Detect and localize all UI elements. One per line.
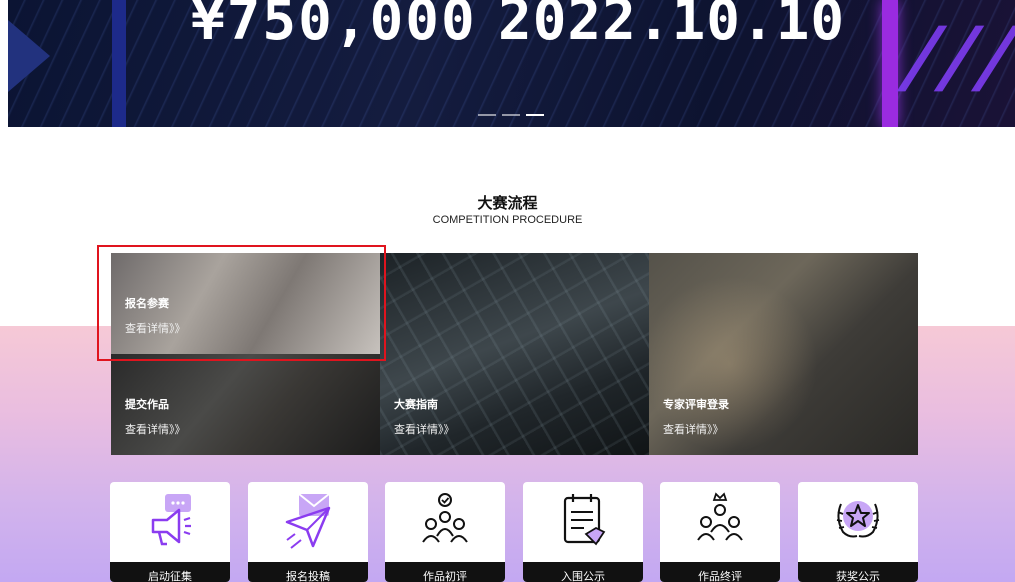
group-review-icon (422, 493, 468, 543)
carousel-dot-2[interactable] (502, 114, 520, 116)
procedure-title: 大赛指南 (394, 399, 438, 411)
competition-date: 2022.10.10 (498, 0, 846, 53)
stage-card-awards[interactable]: 获奖公示 (798, 482, 918, 582)
carousel-dot-1[interactable] (478, 114, 496, 116)
section-title: 大赛流程 (477, 195, 538, 212)
procedure-tile-guide[interactable]: 大赛指南 查看详情》》 (380, 253, 649, 455)
details-link[interactable]: 查看详情》》 (663, 421, 724, 437)
banner-blue-bar (112, 0, 126, 127)
banner-purple-bar (882, 0, 898, 127)
stage-card-submit[interactable]: 报名投稿 (248, 482, 368, 582)
stage-card-initial-review[interactable]: 作品初评 (385, 482, 505, 582)
procedure-tile-submit[interactable]: 提交作品 查看详情》》 (111, 354, 380, 455)
stage-label: 报名投稿 (248, 562, 368, 582)
hero-banner[interactable]: ¥750,000 2022.10.10 / / / (8, 0, 1015, 127)
details-link[interactable]: 查看详情》》 (125, 421, 186, 437)
stage-cards: 启动征集 报名投稿 作品初评 入围公示 作品终评 获奖公示 (110, 482, 919, 582)
section-subtitle: COMPETITION PROCEDURE (432, 214, 583, 226)
stage-card-final-review[interactable]: 作品终评 (660, 482, 780, 582)
stage-label: 获奖公示 (798, 562, 918, 582)
banner-left-triangle (8, 20, 50, 92)
highlight-box (97, 245, 386, 361)
stage-label: 作品终评 (660, 562, 780, 582)
stage-label: 入围公示 (523, 562, 643, 582)
carousel-dot-3[interactable] (526, 114, 544, 116)
stage-card-launch[interactable]: 启动征集 (110, 482, 230, 582)
crowned-group-icon (697, 492, 743, 541)
stage-label: 作品初评 (385, 562, 505, 582)
procedure-title: 专家评审登录 (663, 399, 729, 411)
stage-card-shortlist[interactable]: 入围公示 (523, 482, 643, 582)
procedure-tile-expert-login[interactable]: 专家评审登录 查看详情》》 (649, 253, 918, 455)
calendar-list-icon (563, 494, 606, 546)
star-laurel-icon (836, 501, 880, 538)
prize-amount: ¥750,000 (191, 0, 477, 53)
megaphone-icon (151, 494, 191, 546)
stage-label: 启动征集 (110, 562, 230, 582)
procedure-title: 提交作品 (125, 399, 169, 411)
paper-plane-icon (285, 493, 331, 549)
carousel-indicators (478, 114, 544, 116)
details-link[interactable]: 查看详情》》 (394, 421, 455, 437)
